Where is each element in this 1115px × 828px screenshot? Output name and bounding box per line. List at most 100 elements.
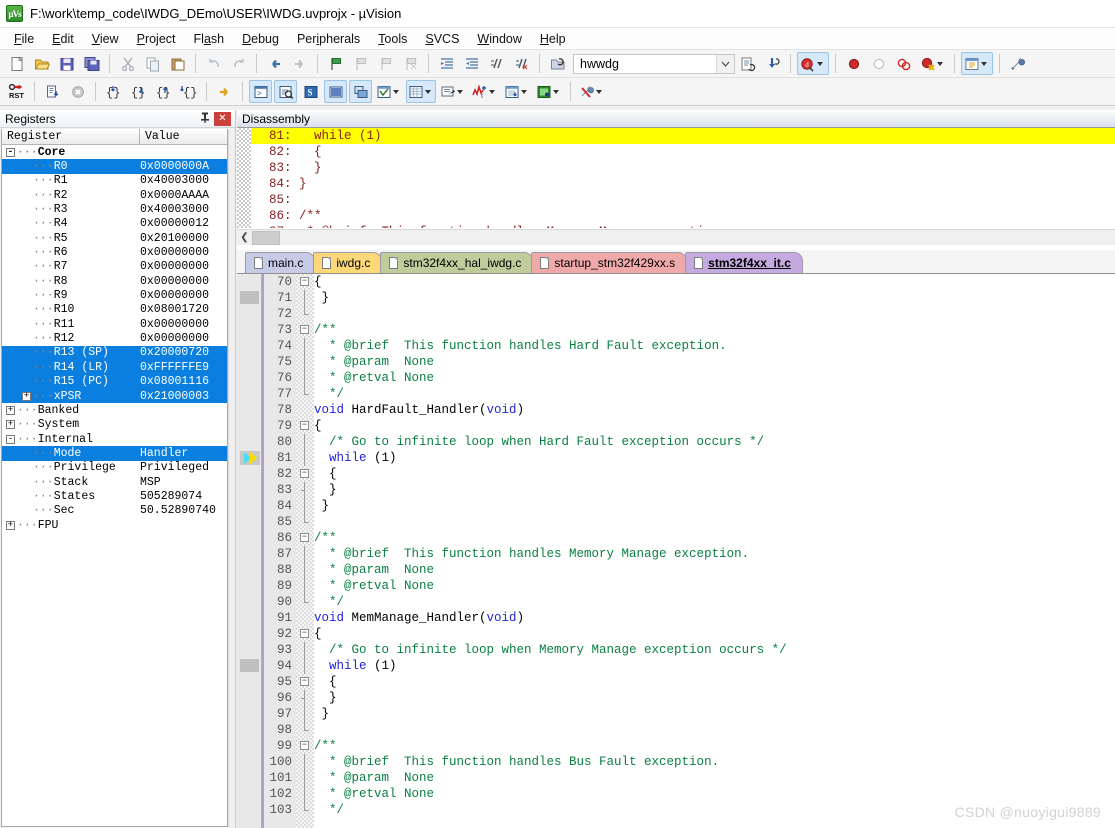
trace-window-icon[interactable] bbox=[502, 80, 532, 103]
serial-window-icon[interactable] bbox=[438, 80, 468, 103]
analysis-window-icon[interactable]: t bbox=[470, 80, 500, 103]
code-line[interactable]: { bbox=[314, 274, 1115, 290]
code-line[interactable]: * @retval None bbox=[314, 786, 1115, 802]
chevron-left-icon[interactable]: ❮ bbox=[237, 232, 252, 243]
step-into-icon[interactable]: {} bbox=[102, 80, 125, 103]
tree-collapse-icon[interactable]: - bbox=[6, 434, 15, 444]
disassembly-body[interactable]: 81: while (1) 82: { 83: } 84: } 85: 86: … bbox=[237, 127, 1115, 228]
code-line[interactable]: /* Go to infinite loop when Memory Manag… bbox=[314, 642, 1115, 658]
editor-tab-startup-stm32f429xx-s[interactable]: startup_stm32f429xx.s bbox=[531, 252, 688, 273]
register-row[interactable]: ··· Mode Handler bbox=[2, 446, 227, 461]
code-line[interactable] bbox=[314, 306, 1115, 322]
register-row[interactable]: + ··· System bbox=[2, 418, 227, 432]
menu-item-peripherals[interactable]: Peripherals bbox=[288, 30, 369, 48]
register-value[interactable]: 0x0000000A bbox=[140, 159, 227, 173]
register-row[interactable]: ··· Privilege Privileged bbox=[2, 461, 227, 475]
call-stack-window-icon[interactable] bbox=[349, 80, 372, 103]
code-line[interactable]: { bbox=[314, 466, 1115, 482]
chevron-down-icon[interactable] bbox=[457, 89, 463, 94]
tree-collapse-icon[interactable]: - bbox=[6, 147, 15, 157]
memory-window-icon[interactable] bbox=[406, 80, 436, 103]
fold-collapse-icon[interactable]: − bbox=[300, 277, 309, 286]
breakpoint-kill-all-icon[interactable] bbox=[917, 52, 948, 75]
register-value[interactable]: 0x00000000 bbox=[140, 331, 227, 345]
scrollbar-thumb[interactable] bbox=[252, 230, 280, 245]
code-editor[interactable]: 70 71 72 73 74 75 76 77 78 79 80 81 82 83 84 85 86 87 88 89… bbox=[237, 273, 1115, 828]
register-row[interactable]: ··· R8 0x00000000 bbox=[2, 274, 227, 288]
register-row[interactable]: ··· R3 0x40003000 bbox=[2, 202, 227, 216]
code-line[interactable]: void MemManage_Handler(void) bbox=[314, 610, 1115, 626]
register-value[interactable]: 0x08001116 bbox=[140, 375, 227, 389]
code-line[interactable]: * @retval None bbox=[314, 370, 1115, 386]
code-line[interactable]: /** bbox=[314, 322, 1115, 338]
register-value[interactable]: 0x00000000 bbox=[140, 274, 227, 288]
menu-item-svcs[interactable]: SVCS bbox=[416, 30, 468, 48]
register-value[interactable]: 0x40003000 bbox=[140, 174, 227, 188]
disassembly-line[interactable]: 84: } bbox=[251, 176, 1115, 192]
register-value[interactable] bbox=[140, 403, 227, 417]
chevron-down-icon[interactable] bbox=[489, 89, 495, 94]
register-row[interactable]: ··· R13 (SP) 0x20000720 bbox=[2, 345, 227, 361]
registers-window-icon[interactable] bbox=[324, 80, 347, 103]
register-row[interactable]: ··· R15 (PC) 0x08001116 bbox=[2, 374, 227, 389]
menu-item-tools[interactable]: Tools bbox=[369, 30, 416, 48]
menu-item-edit[interactable]: Edit bbox=[43, 30, 83, 48]
code-line[interactable]: { bbox=[314, 418, 1115, 434]
fold-collapse-icon[interactable]: − bbox=[300, 533, 309, 542]
tree-expand-icon[interactable]: + bbox=[22, 391, 31, 401]
save-icon[interactable] bbox=[55, 52, 78, 75]
register-row[interactable]: ··· R0 0x0000000A bbox=[2, 159, 227, 174]
configure-icon[interactable] bbox=[1006, 52, 1029, 75]
register-value[interactable]: 0x0000AAAA bbox=[140, 188, 227, 202]
chevron-down-icon[interactable] bbox=[553, 89, 559, 94]
editor-tab-iwdg-c[interactable]: iwdg.c bbox=[313, 252, 383, 273]
code-line[interactable]: while (1) bbox=[314, 658, 1115, 674]
register-value[interactable]: 50.52890740 bbox=[140, 504, 227, 518]
register-value[interactable]: Privileged bbox=[140, 461, 227, 475]
register-row[interactable]: ··· Stack MSP bbox=[2, 475, 227, 489]
fold-collapse-icon[interactable]: − bbox=[300, 469, 309, 478]
register-row[interactable]: ··· R5 0x20100000 bbox=[2, 231, 227, 245]
register-value[interactable] bbox=[140, 418, 227, 432]
register-row[interactable]: ··· R7 0x00000000 bbox=[2, 260, 227, 274]
menu-item-view[interactable]: View bbox=[83, 30, 128, 48]
register-row[interactable]: + ··· xPSR 0x21000003 bbox=[2, 388, 227, 404]
menu-item-help[interactable]: Help bbox=[531, 30, 575, 48]
editor-tab-main-c[interactable]: main.c bbox=[245, 252, 316, 273]
close-icon[interactable]: ✕ bbox=[214, 111, 231, 126]
code-line[interactable]: * @brief This function handles Bus Fault… bbox=[314, 754, 1115, 770]
chevron-down-icon[interactable] bbox=[981, 61, 987, 66]
breakpoint-insert-icon[interactable] bbox=[842, 52, 865, 75]
register-row[interactable]: + ··· FPU bbox=[2, 518, 227, 532]
breakpoint-disable-all-icon[interactable] bbox=[892, 52, 915, 75]
register-row[interactable]: ··· States 505289074 bbox=[2, 489, 227, 503]
editor-marker-margin[interactable] bbox=[237, 274, 262, 828]
register-value[interactable] bbox=[140, 518, 227, 532]
code-line[interactable]: while (1) bbox=[314, 450, 1115, 466]
register-value[interactable]: MSP bbox=[140, 475, 227, 489]
chevron-down-icon[interactable] bbox=[393, 89, 399, 94]
code-line[interactable]: void HardFault_Handler(void) bbox=[314, 402, 1115, 418]
register-row[interactable]: ··· R6 0x00000000 bbox=[2, 245, 227, 259]
run-to-cursor-icon[interactable]: {} bbox=[177, 80, 200, 103]
code-line[interactable]: * @param None bbox=[314, 354, 1115, 370]
target-options-icon[interactable] bbox=[546, 52, 569, 75]
reset-cpu-icon[interactable]: RST bbox=[5, 80, 28, 103]
code-line[interactable]: } bbox=[314, 706, 1115, 722]
code-line[interactable]: /** bbox=[314, 738, 1115, 754]
register-row[interactable]: ··· R10 0x08001720 bbox=[2, 303, 227, 317]
register-row[interactable]: ··· Sec 50.52890740 bbox=[2, 504, 227, 518]
register-value[interactable]: 0x00000012 bbox=[140, 217, 227, 231]
register-value[interactable]: 0x08001720 bbox=[140, 303, 227, 317]
disassembly-line[interactable]: 86: /** bbox=[251, 208, 1115, 224]
menu-item-window[interactable]: Window bbox=[468, 30, 530, 48]
register-row[interactable]: ··· R2 0x0000AAAA bbox=[2, 188, 227, 202]
pin-icon[interactable] bbox=[198, 112, 212, 126]
comment-icon[interactable] bbox=[485, 52, 508, 75]
menu-item-debug[interactable]: Debug bbox=[233, 30, 288, 48]
outdent-icon[interactable] bbox=[460, 52, 483, 75]
code-line[interactable]: { bbox=[314, 626, 1115, 642]
register-value[interactable]: Handler bbox=[140, 446, 227, 460]
editor-code-lines[interactable]: { } /** * @brief This function handles H… bbox=[314, 274, 1115, 828]
register-row[interactable]: ··· R1 0x40003000 bbox=[2, 174, 227, 188]
